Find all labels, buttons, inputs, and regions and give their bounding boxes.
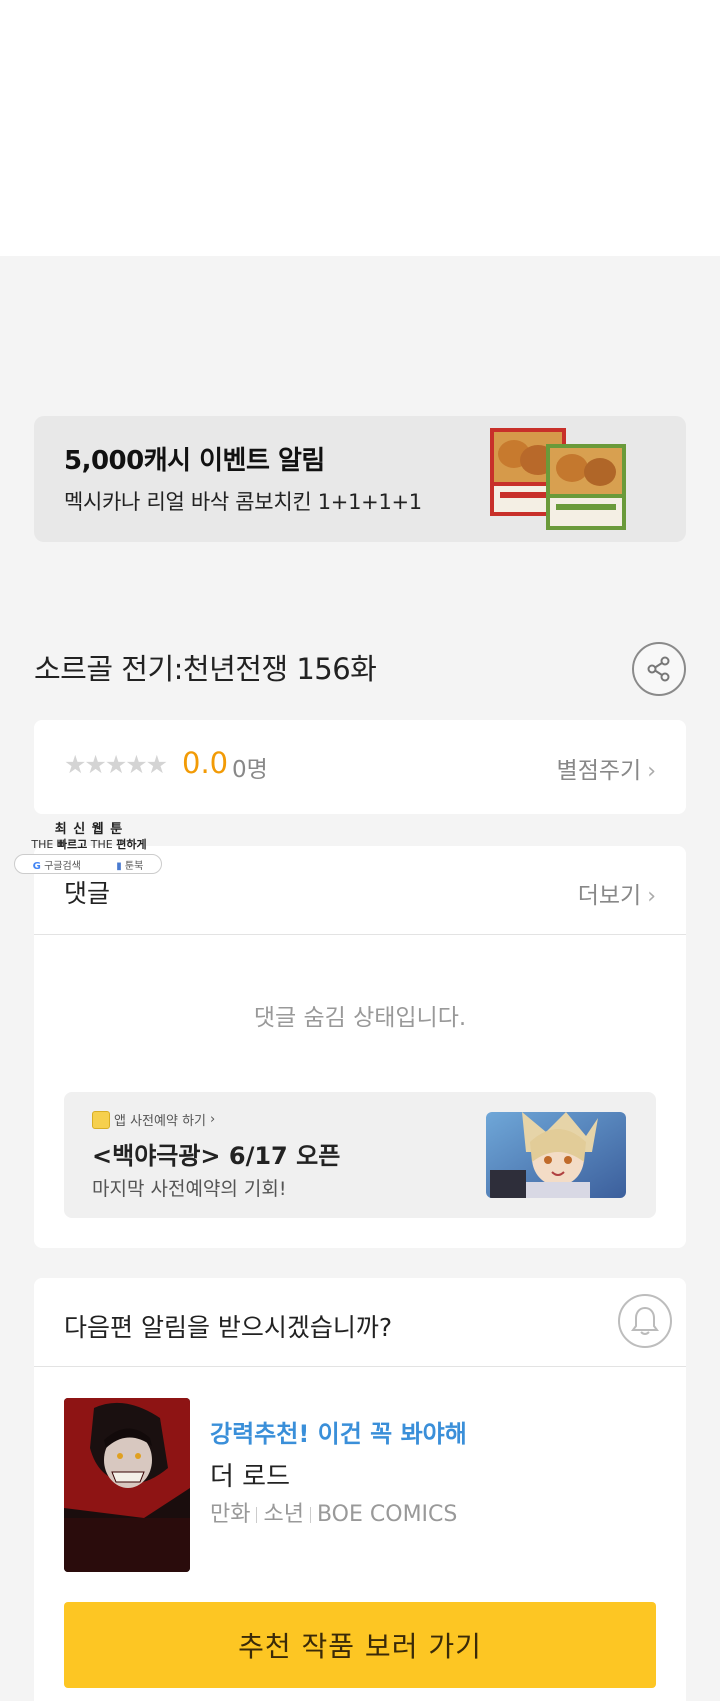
share-button[interactable] <box>632 642 686 696</box>
promo-small-text: 앱 사전예약 하기 <box>114 1114 206 1129</box>
genre-target: 소년 <box>263 1502 304 1527</box>
see-recommendations-button[interactable]: 추천 작품 보러 가기 <box>64 1602 656 1688</box>
recommend-meta: 만화 소년 BOE COMICS <box>210 1496 457 1528</box>
tagline-part: THE <box>90 838 113 851</box>
overlay-badge-pill: G 구글검색 ▮ 툰북 <box>14 854 162 874</box>
divider <box>309 1507 311 1523</box>
chevron-right-icon: › <box>210 1112 216 1127</box>
overlay-badge-title: 최 신 웹 툰 <box>54 822 124 837</box>
divider <box>256 1507 258 1523</box>
rate-link-label: 별점주기 <box>556 758 642 784</box>
top-blank-area <box>0 0 720 256</box>
promo-title: <백야극광> 6/17 오픈 <box>92 1142 341 1170</box>
rating-stars[interactable]: ★★★★★ <box>64 750 168 779</box>
chicken-product-image <box>490 428 626 530</box>
tagline-part: 빠르고 <box>56 838 88 851</box>
bell-icon <box>631 1306 659 1335</box>
publisher: BOE COMICS <box>316 1502 458 1527</box>
google-g-icon: G <box>32 860 41 872</box>
genre-type: 만화 <box>210 1502 251 1527</box>
toonbook-label: ▮ 툰북 <box>116 857 143 872</box>
chevron-right-icon: › <box>647 884 656 909</box>
promo-subtitle: 마지막 사전예약의 기회! <box>92 1178 287 1200</box>
more-link-label: 더보기 <box>577 883 642 909</box>
episode-title: 소르골 전기:천년전쟁 156화 <box>34 652 377 686</box>
comments-more-link[interactable]: 더보기 › <box>578 876 656 910</box>
divider <box>34 1366 686 1367</box>
comment-header: 댓글 <box>64 879 111 908</box>
comment-card: 댓글 더보기 › 댓글 숨김 상태입니다. 앱 사전예약 하기 › <백야극광> … <box>34 846 686 1248</box>
notification-bell-button[interactable] <box>618 1294 672 1348</box>
event-title: 5,000캐시 이벤트 알림 <box>64 446 325 476</box>
promo-banner[interactable]: 앱 사전예약 하기 › <백야극광> 6/17 오픈 마지막 사전예약의 기회! <box>64 1092 656 1218</box>
rating-card: ★★★★★ 0.0 0명 별점주기 › <box>34 720 686 814</box>
google-search-text: 구글검색 <box>44 860 81 872</box>
rating-score: 0.0 <box>182 746 229 780</box>
next-episode-card: 다음편 알림을 받으시겠습니까? 강력추천! 이건 꼭 봐야해 더 로드 만화 소… <box>34 1278 686 1701</box>
event-banner[interactable]: 5,000캐시 이벤트 알림 멕시카나 리얼 바삭 콤보치킨 1+1+1+1 <box>34 416 686 542</box>
app-face-icon <box>92 1110 110 1129</box>
promo-small-label: 앱 사전예약 하기 › <box>92 1110 215 1129</box>
overlay-badge[interactable]: 최 신 웹 툰 THE 빠르고 THE 편하게 G 구글검색 ▮ 툰북 <box>14 818 164 876</box>
google-search-label: G 구글검색 <box>33 857 81 872</box>
share-icon <box>647 656 670 682</box>
book-icon: ▮ <box>116 860 122 872</box>
overlay-badge-tagline: THE 빠르고 THE 편하게 <box>14 836 164 852</box>
next-alert-question: 다음편 알림을 받으시겠습니까? <box>64 1313 393 1342</box>
tagline-part: THE <box>31 838 54 851</box>
toonbook-text: 툰북 <box>124 860 144 872</box>
tagline-part: 편하게 <box>116 838 147 851</box>
rate-link[interactable]: 별점주기 › <box>557 751 656 785</box>
chevron-right-icon: › <box>647 759 656 784</box>
comments-hidden-message: 댓글 숨김 상태입니다. <box>253 1005 467 1031</box>
rating-count: 0명 <box>232 757 268 783</box>
promo-character-image <box>486 1112 626 1198</box>
recommend-tag: 강력추천! 이건 꼭 봐야해 <box>210 1420 467 1448</box>
event-subtitle: 멕시카나 리얼 바삭 콤보치킨 1+1+1+1 <box>64 490 422 514</box>
divider <box>34 934 686 935</box>
recommended-thumbnail[interactable] <box>64 1398 190 1572</box>
recommend-title[interactable]: 더 로드 <box>210 1456 290 1493</box>
